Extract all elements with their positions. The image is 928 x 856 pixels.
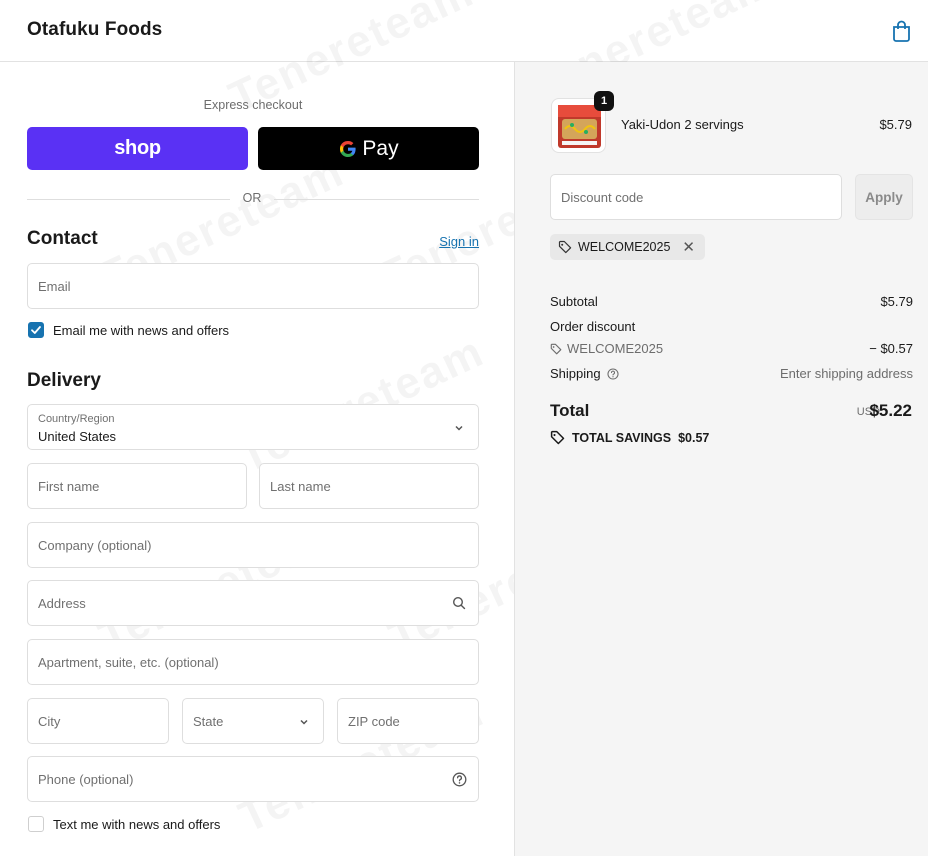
apartment-field[interactable]: Apartment, suite, etc. (optional) [27, 639, 479, 685]
zip-placeholder: ZIP code [348, 714, 400, 729]
product-price: $5.79 [879, 117, 912, 132]
discount-code-placeholder: Discount code [561, 190, 644, 205]
quantity-badge: 1 [594, 91, 614, 111]
email-news-checkbox[interactable] [28, 322, 44, 338]
checkmark-icon [31, 326, 41, 334]
or-label: OR [242, 191, 262, 205]
email-news-label: Email me with news and offers [53, 323, 230, 338]
google-pay-label: Pay [362, 136, 399, 160]
discount-amount: − $0.57 [869, 341, 913, 356]
chevron-down-icon [300, 719, 308, 725]
help-icon[interactable] [452, 772, 467, 787]
discount-code-input[interactable]: Discount code [550, 174, 842, 220]
state-placeholder: State [193, 714, 224, 729]
shopping-bag-icon[interactable] [891, 20, 912, 42]
tag-icon [550, 430, 565, 445]
order-summary: 1 Yaki-Udon 2 servings $5.79 Discount co… [514, 62, 928, 856]
subtotal-value: $5.79 [880, 294, 913, 309]
shipping-row: Shipping Enter shipping address [550, 366, 913, 381]
chevron-down-icon [455, 425, 463, 431]
last-name-placeholder: Last name [270, 479, 331, 494]
phone-field[interactable]: Phone (optional) [27, 756, 479, 802]
sms-news-label: Text me with news and offers [53, 817, 221, 832]
tag-icon [550, 343, 562, 354]
discount-code-row: WELCOME2025 − $0.57 [550, 341, 913, 356]
city-field[interactable]: City [27, 698, 169, 744]
search-icon [452, 596, 466, 610]
google-g-icon [340, 140, 357, 157]
google-pay-button[interactable]: Pay [258, 127, 479, 170]
tag-icon [558, 240, 572, 254]
applied-code-label: WELCOME2025 [578, 240, 671, 254]
country-select[interactable]: Country/Region United States [27, 404, 479, 450]
delivery-title: Delivery [27, 370, 101, 391]
country-label: Country/Region [38, 413, 115, 425]
city-placeholder: City [38, 714, 61, 729]
savings-value: $0.57 [678, 430, 710, 445]
first-name-placeholder: First name [38, 479, 100, 494]
email-placeholder: Email [38, 279, 71, 294]
store-name[interactable]: Otafuku Foods [27, 19, 162, 41]
order-discount-label: Order discount [550, 319, 636, 334]
contact-title: Contact [27, 228, 98, 249]
first-name-field[interactable]: First name [27, 463, 247, 509]
company-field[interactable]: Company (optional) [27, 522, 479, 568]
total-amount: $5.22 [869, 401, 912, 420]
total-savings: TOTAL SAVINGS $0.57 [550, 430, 709, 445]
sign-in-link[interactable]: Sign in [439, 234, 479, 249]
order-discount-row: Order discount [550, 319, 913, 334]
discount-code-name: WELCOME2025 [567, 341, 664, 356]
address-placeholder: Address [38, 596, 86, 611]
total-label: Total [550, 401, 590, 420]
apply-discount-button[interactable]: Apply [855, 174, 913, 220]
zip-field[interactable]: ZIP code [337, 698, 479, 744]
company-placeholder: Company (optional) [38, 538, 152, 553]
phone-placeholder: Phone (optional) [38, 772, 134, 787]
email-field[interactable]: Email [27, 263, 479, 309]
checkout-header: Otafuku Foods [0, 0, 928, 62]
savings-label: TOTAL SAVINGS [572, 430, 672, 445]
sms-news-checkbox[interactable] [28, 816, 44, 832]
shop-pay-label: shop [114, 137, 161, 159]
or-divider: OR [27, 190, 479, 208]
help-icon[interactable] [607, 367, 619, 380]
subtotal-row: Subtotal $5.79 [550, 294, 913, 309]
divider-line [274, 199, 479, 200]
divider-line [27, 199, 230, 200]
shipping-value: Enter shipping address [780, 366, 913, 381]
apartment-placeholder: Apartment, suite, etc. (optional) [38, 655, 219, 670]
product-name: Yaki-Udon 2 servings [621, 117, 744, 132]
country-value: United States [38, 429, 117, 444]
address-field[interactable]: Address [27, 580, 479, 626]
subtotal-label: Subtotal [550, 294, 598, 309]
applied-discount-chip: WELCOME2025 ✕ [550, 234, 705, 260]
remove-discount-icon[interactable]: ✕ [682, 238, 695, 256]
express-checkout-label: Express checkout [203, 98, 303, 112]
shipping-label: Shipping [550, 366, 601, 381]
last-name-field[interactable]: Last name [259, 463, 479, 509]
shop-pay-button[interactable]: shop [27, 127, 248, 170]
state-select[interactable]: State [182, 698, 324, 744]
